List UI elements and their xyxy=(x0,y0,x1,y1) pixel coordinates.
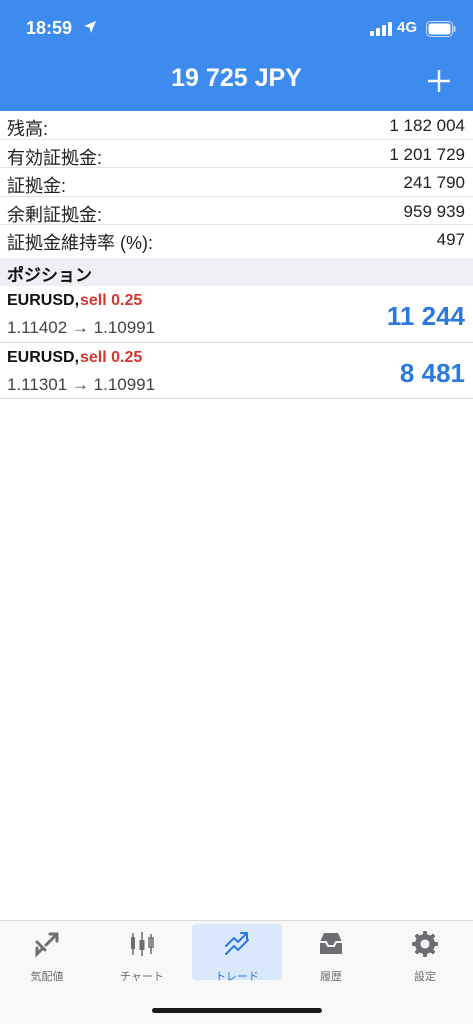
app-header: 18:59 4G 19 725 JPY xyxy=(0,0,473,111)
tab-chart[interactable]: チャート xyxy=(97,924,187,983)
section-title: ポジション xyxy=(7,266,92,285)
position-profit: 8 481 xyxy=(399,357,465,388)
history-icon xyxy=(320,933,342,954)
signal-bars-icon xyxy=(370,22,392,36)
position-profit: 11 244 xyxy=(386,301,465,331)
summary-label: 余剰証拠金: xyxy=(7,204,103,225)
tab-label: チャート xyxy=(120,971,164,983)
summary-label: 証拠金: xyxy=(7,176,67,196)
summary-row-margin: 証拠金: 241 790 xyxy=(0,168,473,197)
position-symbol: EURUSD, xyxy=(7,292,80,309)
network-type: 4G xyxy=(397,19,418,36)
tab-settings[interactable]: 設定 xyxy=(380,924,470,983)
trade-icon xyxy=(225,932,249,955)
summary-row-balance: 残高: 1 182 004 xyxy=(0,111,473,140)
tab-quotes[interactable]: 気配値 xyxy=(2,924,92,983)
positions-section-header: ポジション xyxy=(0,258,473,286)
position-prices: 1.11402 → 1.10991 xyxy=(7,318,156,337)
summary-label: 残高: xyxy=(7,119,49,139)
settings-icon xyxy=(412,931,438,957)
position-row[interactable]: EURUSD, sell 0.25 1.11402 → 1.10991 11 2… xyxy=(0,286,473,343)
summary-value: 241 790 xyxy=(403,173,465,192)
home-indicator xyxy=(152,1008,322,1013)
position-symbol: EURUSD, xyxy=(7,348,80,366)
status-time: 18:59 xyxy=(26,18,73,38)
summary-value: 1 201 729 xyxy=(389,144,465,164)
quotes-icon xyxy=(35,932,59,958)
page-title: 19 725 JPY xyxy=(171,64,302,92)
summary-label: 証拠金維持率 (%): xyxy=(7,233,153,253)
position-row[interactable]: EURUSD, sell 0.25 1.11301 → 1.10991 8 48… xyxy=(0,343,473,399)
position-side: sell 0.25 xyxy=(80,348,143,366)
tab-label: 気配値 xyxy=(30,971,64,983)
tab-trade[interactable]: トレード xyxy=(192,924,282,983)
summary-value: 497 xyxy=(436,230,465,249)
location-arrow-icon xyxy=(84,21,96,33)
chart-icon xyxy=(131,932,154,956)
positions-list: EURUSD, sell 0.25 1.11402 → 1.10991 11 2… xyxy=(0,286,473,399)
tab-label: 履歴 xyxy=(320,971,342,983)
status-bar: 18:59 4G xyxy=(0,0,473,58)
summary-row-margin-level: 証拠金維持率 (%): 497 xyxy=(0,225,473,254)
tab-label: 設定 xyxy=(414,971,436,983)
tab-history[interactable]: 履歴 xyxy=(286,924,376,983)
plus-icon[interactable] xyxy=(424,66,454,96)
summary-row-equity: 有効証拠金: 1 201 729 xyxy=(0,140,473,168)
account-summary: 残高: 1 182 004 有効証拠金: 1 201 729 証拠金: 241 … xyxy=(0,111,473,254)
summary-label: 有効証拠金: xyxy=(7,147,103,168)
position-side: sell 0.25 xyxy=(80,292,143,309)
tab-label: トレード xyxy=(215,971,259,983)
summary-value: 1 182 004 xyxy=(389,116,465,135)
position-prices: 1.11301 → 1.10991 xyxy=(7,374,156,394)
battery-icon xyxy=(426,21,456,37)
summary-value: 959 939 xyxy=(403,201,465,221)
summary-row-free-margin: 余剰証拠金: 959 939 xyxy=(0,197,473,225)
